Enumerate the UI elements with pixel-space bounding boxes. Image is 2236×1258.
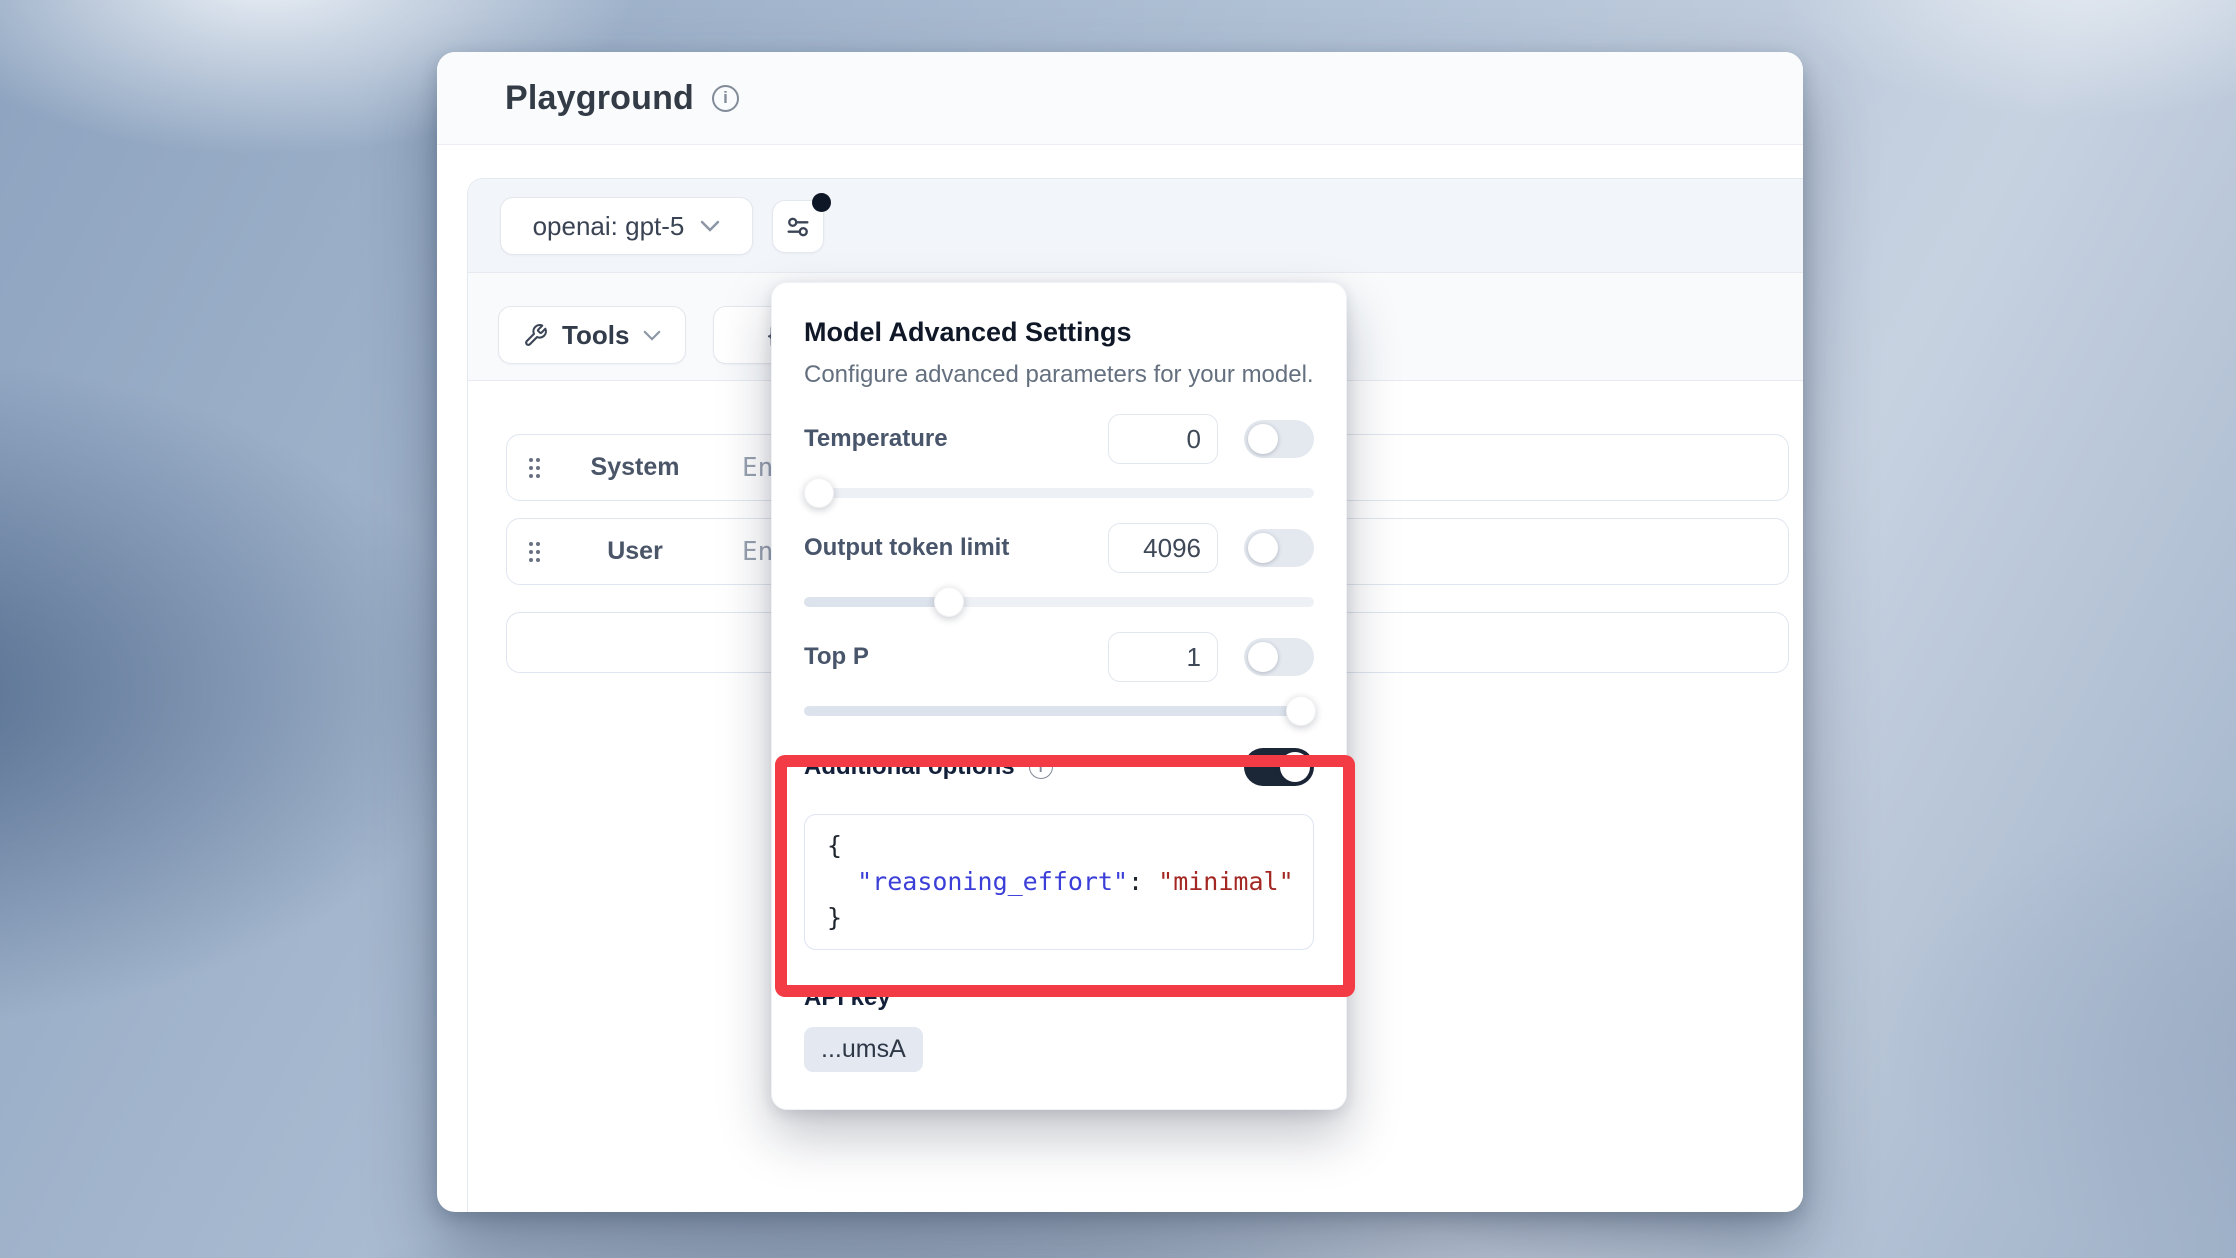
json-open-brace: {: [827, 831, 842, 860]
model-select-value: openai: gpt-5: [533, 211, 685, 242]
additional-options-info-icon[interactable]: i: [1029, 755, 1053, 779]
parameter-slider[interactable]: [804, 597, 1314, 607]
model-advanced-settings-popup: Model Advanced Settings Configure advanc…: [771, 282, 1347, 1110]
model-toolbar: openai: gpt-5: [468, 179, 1803, 273]
additional-options-label: Additional options: [804, 753, 1015, 781]
parameter-group: Top P: [804, 632, 1314, 716]
toggle-knob: [1248, 533, 1278, 563]
additional-options-toggle[interactable]: [1244, 748, 1314, 786]
settings-notification-dot: [812, 193, 831, 212]
parameter-label: Output token limit: [804, 534, 1108, 562]
tools-button-label: Tools: [562, 320, 629, 351]
additional-options-json-editor[interactable]: { "reasoning_effort": "minimal" }: [804, 814, 1314, 950]
parameter-label: Top P: [804, 643, 1108, 671]
drag-handle-icon[interactable]: [527, 540, 542, 564]
drag-handle-icon[interactable]: [527, 456, 542, 480]
chevron-down-icon: [643, 330, 661, 341]
json-value: "minimal": [1158, 867, 1293, 896]
json-close-brace: }: [827, 903, 842, 932]
slider-fill: [804, 706, 1301, 716]
parameter-slider[interactable]: [804, 706, 1314, 716]
param-list: Temperature Output token limit Top P: [804, 414, 1314, 716]
sliders-icon: [784, 213, 812, 241]
page-info-icon[interactable]: i: [712, 85, 739, 112]
model-select[interactable]: openai: gpt-5: [500, 197, 753, 255]
message-role-label: System: [580, 453, 690, 482]
json-separator: :: [1128, 867, 1158, 896]
popup-title: Model Advanced Settings: [804, 317, 1314, 348]
api-key-label: API key: [804, 984, 1314, 1012]
api-key-masked-value[interactable]: ...umsA: [804, 1027, 923, 1072]
parameter-slider[interactable]: [804, 488, 1314, 498]
model-settings-button[interactable]: [772, 200, 824, 253]
toggle-knob: [1280, 752, 1310, 782]
parameter-group: Output token limit: [804, 523, 1314, 607]
message-role-label: User: [580, 537, 690, 566]
additional-options-section: Additional options i { "reasoning_effort…: [804, 748, 1314, 950]
wrench-icon: [523, 323, 548, 348]
parameter-toggle[interactable]: [1244, 420, 1314, 458]
parameter-group: Temperature: [804, 414, 1314, 498]
toggle-knob: [1248, 642, 1278, 672]
slider-knob[interactable]: [804, 478, 834, 508]
tools-button[interactable]: Tools: [498, 306, 686, 364]
parameter-value-input[interactable]: [1108, 523, 1218, 573]
parameter-label: Temperature: [804, 425, 1108, 453]
popup-subtitle: Configure advanced parameters for your m…: [804, 361, 1314, 389]
api-key-section: API key ...umsA: [804, 984, 1314, 1072]
page-header: Playground i: [437, 52, 1803, 145]
slider-fill: [804, 597, 949, 607]
parameter-value-input[interactable]: [1108, 632, 1218, 682]
parameter-value-input[interactable]: [1108, 414, 1218, 464]
parameter-toggle[interactable]: [1244, 638, 1314, 676]
json-key: "reasoning_effort": [857, 867, 1128, 896]
parameter-toggle[interactable]: [1244, 529, 1314, 567]
toggle-knob: [1248, 424, 1278, 454]
page-title: Playground: [505, 79, 694, 118]
slider-knob[interactable]: [1286, 696, 1316, 726]
slider-knob[interactable]: [934, 587, 964, 617]
chevron-down-icon: [700, 220, 720, 232]
